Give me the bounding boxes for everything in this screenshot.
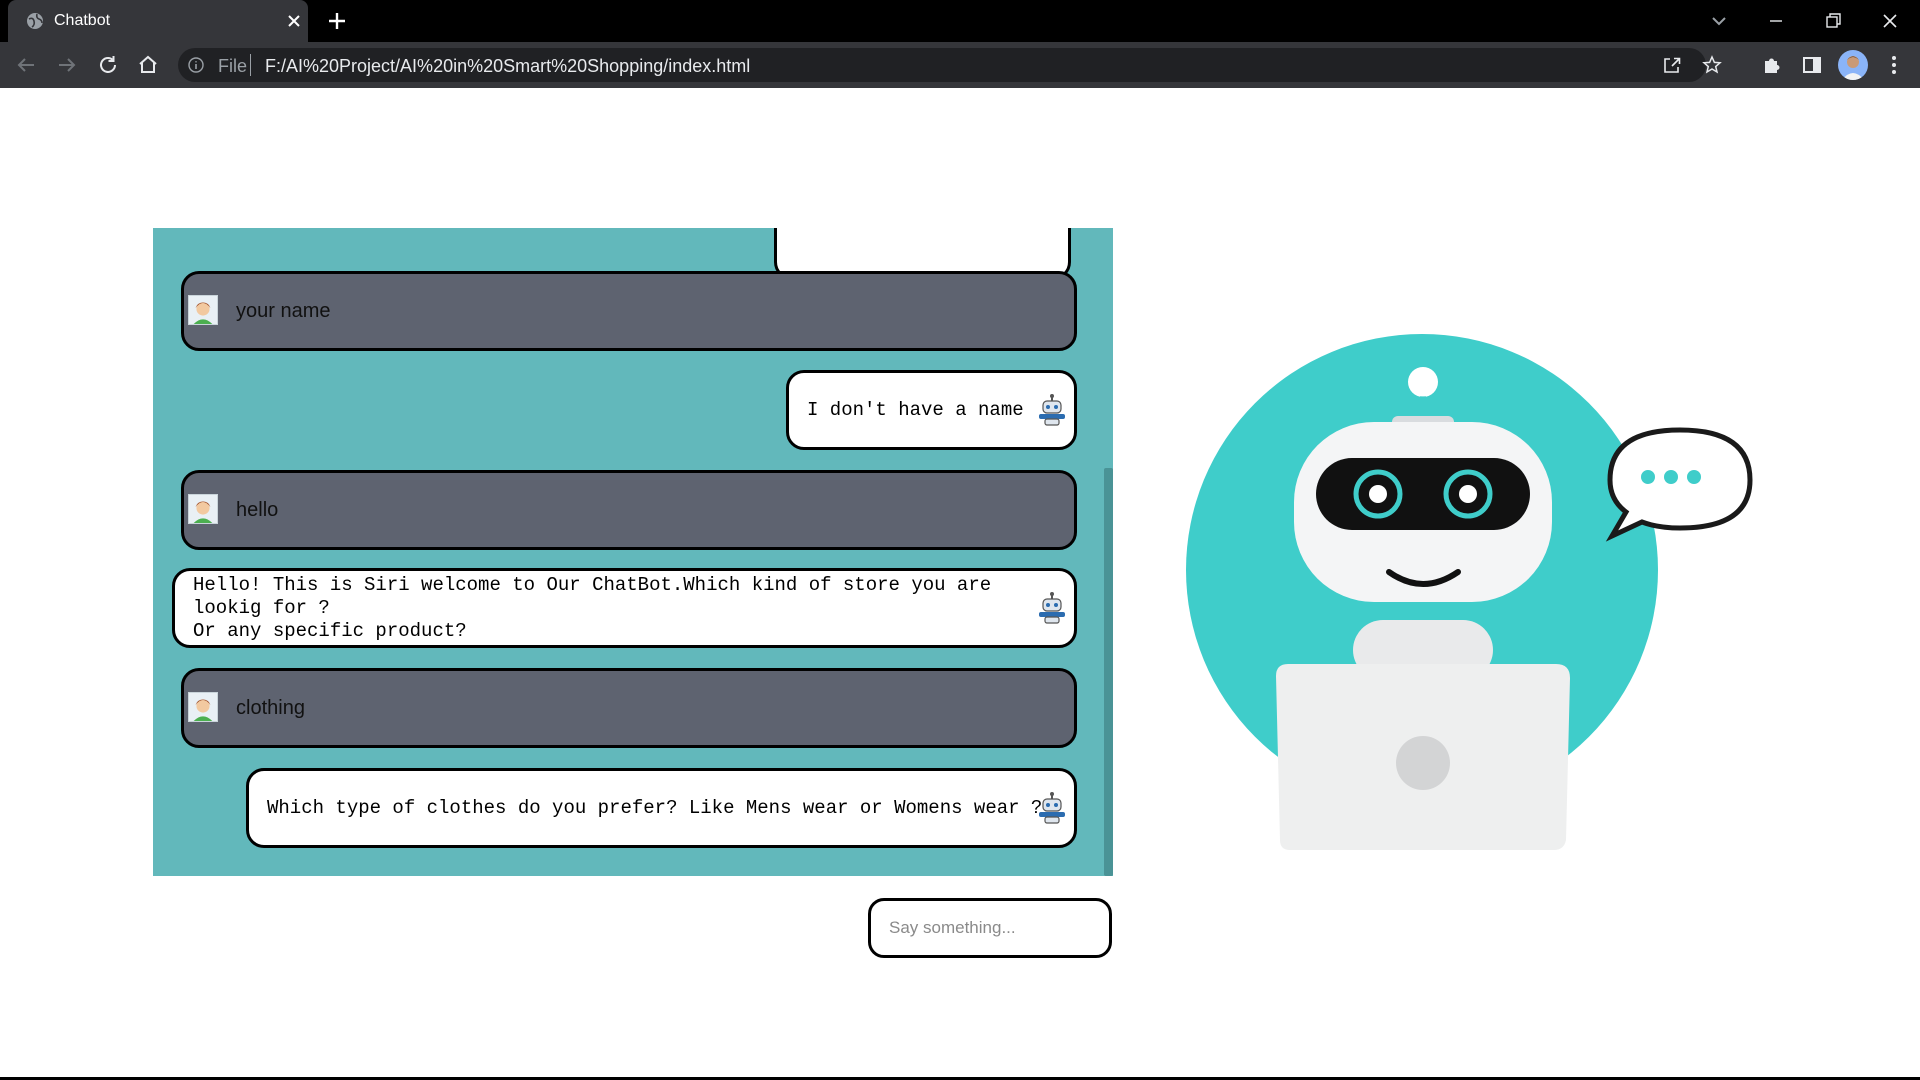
back-icon[interactable] bbox=[14, 53, 38, 77]
user-message: your name bbox=[181, 271, 1077, 351]
home-icon[interactable] bbox=[136, 53, 160, 77]
bot-message-text: I don't have a name bbox=[807, 399, 1024, 421]
browser-toolbar: File F:/AI%20Project/AI%20in%20Smart%20S… bbox=[0, 42, 1920, 88]
user-avatar-icon bbox=[188, 295, 218, 325]
speech-bubble-icon bbox=[1605, 427, 1753, 542]
robot-icon bbox=[1039, 592, 1065, 624]
bookmark-star-icon[interactable] bbox=[1702, 55, 1722, 75]
chat-window[interactable]: your name I don't have a name hello Hell… bbox=[153, 228, 1113, 876]
info-icon[interactable] bbox=[188, 57, 204, 73]
robot-icon bbox=[1039, 792, 1065, 824]
robot-icon bbox=[1039, 394, 1065, 426]
bot-message: Which type of clothes do you prefer? Lik… bbox=[246, 768, 1077, 848]
url-scheme-label: File bbox=[218, 56, 248, 76]
browser-tab-strip: Chatbot bbox=[0, 0, 1920, 42]
close-tab-icon[interactable] bbox=[284, 11, 304, 31]
close-window-icon[interactable] bbox=[1877, 8, 1903, 34]
reload-icon[interactable] bbox=[96, 53, 120, 77]
robot-illustration bbox=[1186, 334, 1753, 850]
profile-avatar-icon[interactable] bbox=[1838, 50, 1868, 80]
bot-message: I don't have a name bbox=[786, 370, 1077, 450]
chat-message-input[interactable] bbox=[868, 898, 1112, 958]
bot-message-text: Which type of clothes do you prefer? Lik… bbox=[267, 797, 1043, 819]
url-separator bbox=[250, 54, 251, 76]
user-message-text: hello bbox=[236, 499, 279, 521]
extensions-puzzle-icon[interactable] bbox=[1760, 53, 1784, 77]
bot-message-text: Hello! This is Siri welcome to Our ChatB… bbox=[193, 574, 992, 642]
bot-message: Hello! This is Siri welcome to Our ChatB… bbox=[172, 568, 1077, 648]
minimize-icon[interactable] bbox=[1763, 8, 1789, 34]
menu-kebab-icon[interactable] bbox=[1882, 53, 1906, 77]
url-text[interactable]: F:/AI%20Project/AI%20in%20Smart%20Shoppi… bbox=[265, 56, 750, 77]
user-message: hello bbox=[181, 470, 1077, 550]
browser-tab[interactable]: Chatbot bbox=[8, 0, 308, 42]
user-message-text: your name bbox=[236, 300, 331, 322]
forward-icon[interactable] bbox=[55, 53, 79, 77]
user-message-text: clothing bbox=[236, 697, 305, 719]
globe-icon bbox=[27, 13, 43, 29]
address-bar[interactable]: File F:/AI%20Project/AI%20in%20Smart%20S… bbox=[178, 48, 1722, 82]
chat-scrollbar[interactable] bbox=[1104, 468, 1113, 876]
user-avatar-icon bbox=[188, 494, 218, 524]
user-avatar-icon bbox=[188, 692, 218, 722]
tab-search-chevron-icon[interactable] bbox=[1706, 8, 1732, 34]
restore-icon[interactable] bbox=[1820, 8, 1846, 34]
tab-title: Chatbot bbox=[54, 12, 111, 29]
user-message: clothing bbox=[181, 668, 1077, 748]
side-panel-icon[interactable] bbox=[1800, 53, 1824, 77]
new-tab-icon[interactable] bbox=[326, 10, 348, 32]
share-icon[interactable] bbox=[1662, 55, 1682, 75]
